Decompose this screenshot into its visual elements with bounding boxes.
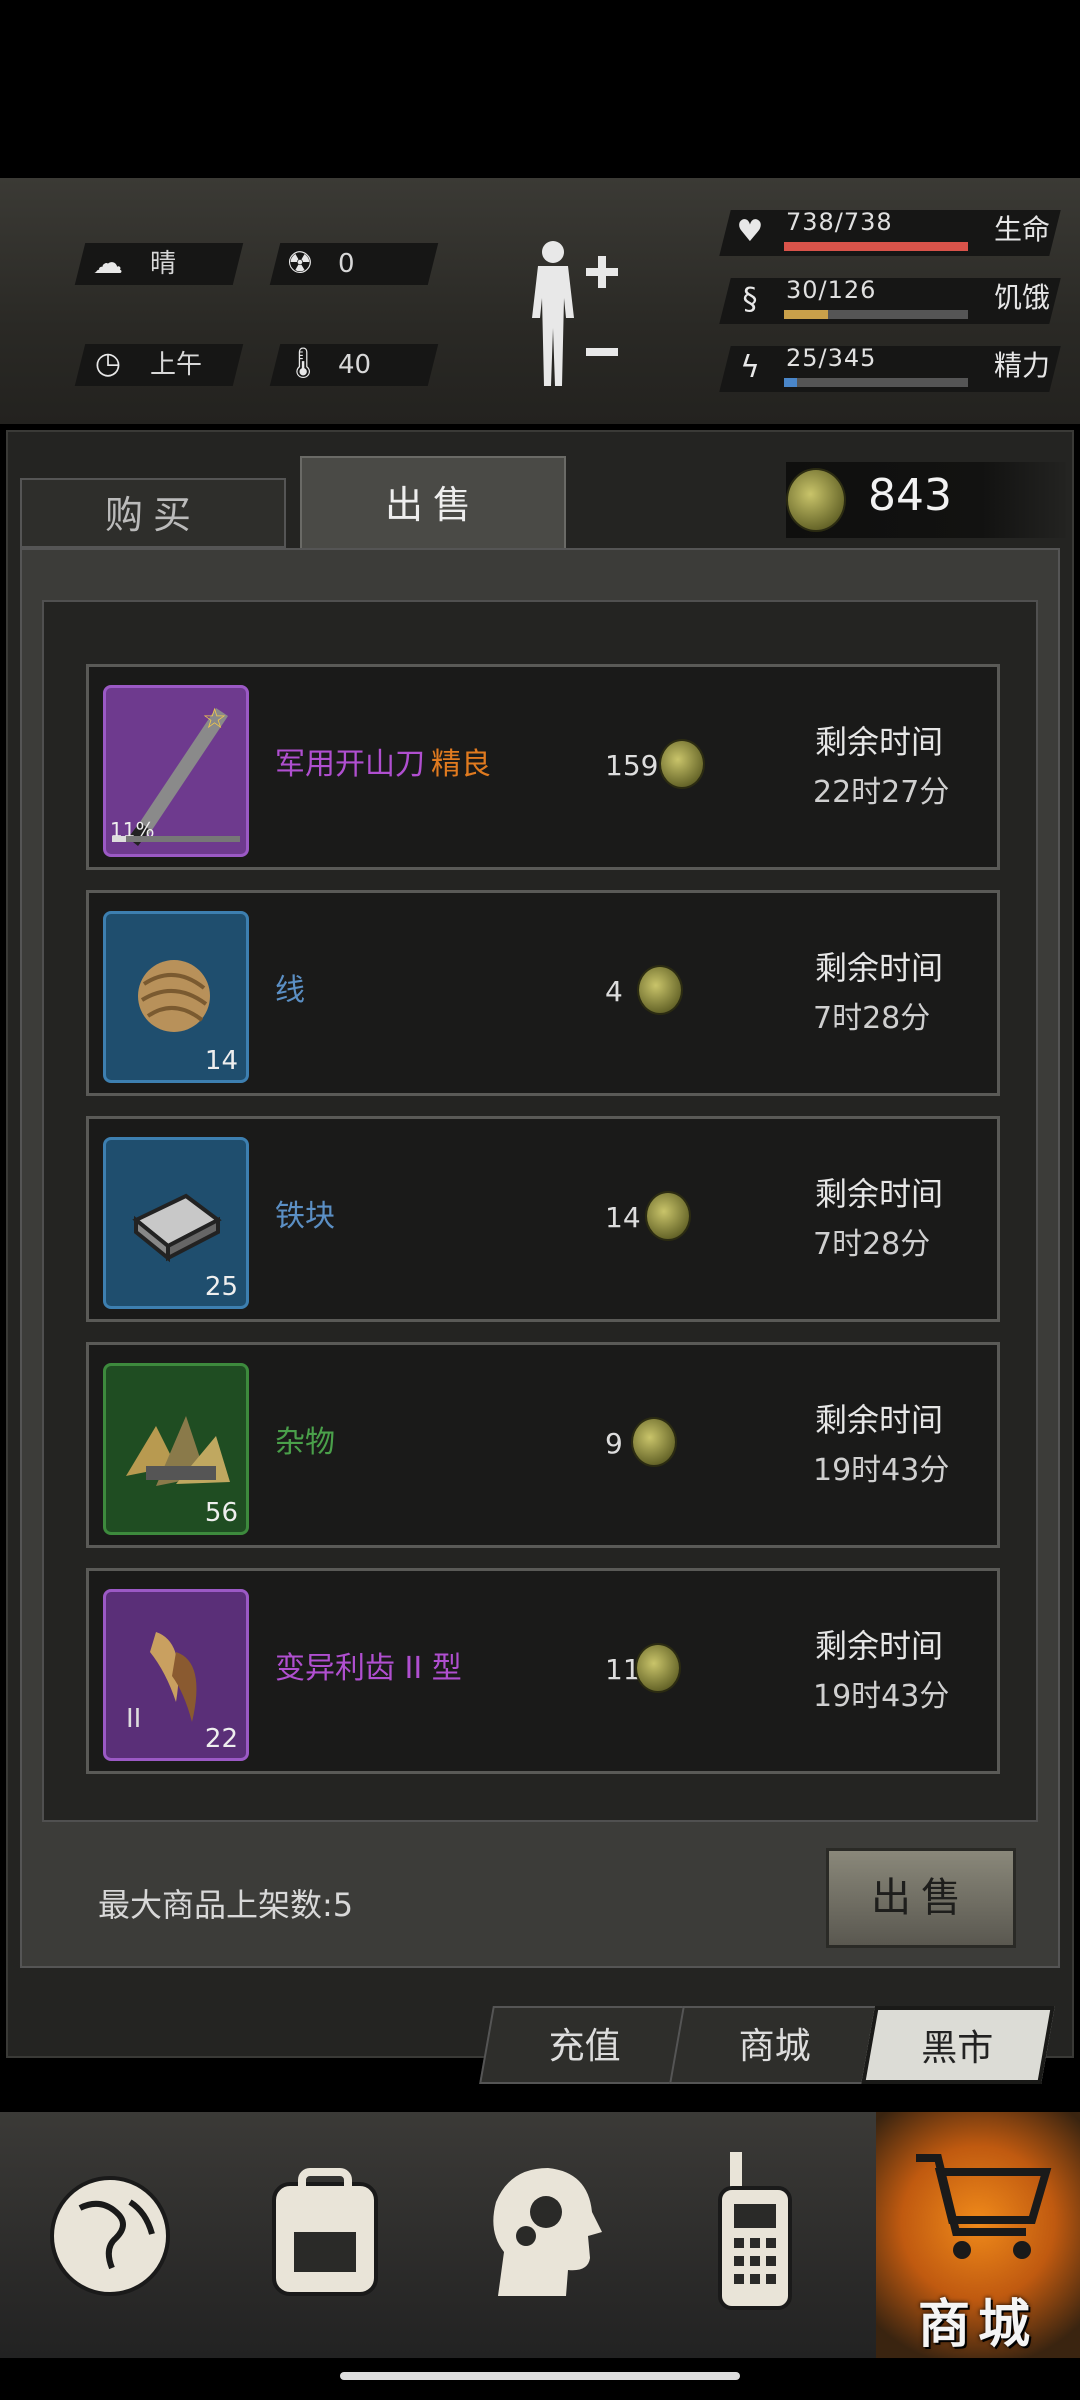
listing-row[interactable]: 56 杂物 9 剩余时间 19时43分 [86, 1342, 1000, 1548]
listing-row[interactable]: 14 线 4 剩余时间 7时28分 [86, 890, 1000, 1096]
item-name: 杂物 [275, 1425, 335, 1460]
nav-shop-button[interactable]: 商城 [876, 2112, 1080, 2358]
tab-black-market[interactable]: 黑市 [861, 2006, 1055, 2084]
item-quantity: 14 [204, 1046, 238, 1076]
nav-world-button[interactable] [20, 2112, 210, 2358]
item-quantity: 22 [204, 1724, 238, 1754]
remaining-label: 剩余时间 [815, 1401, 944, 1439]
item-thumbnail: 14 [103, 911, 249, 1083]
currency-amount: 843 [868, 470, 952, 521]
item-name: 铁块 [275, 1199, 335, 1234]
weather-text: 晴 [150, 249, 177, 279]
health-label: 生命 [994, 213, 1051, 246]
cloud-sun-icon: ☁ [93, 246, 123, 281]
item-price: 9 [605, 1427, 623, 1460]
energy-value: 25/345 [786, 344, 877, 372]
radiation-icon: ☢ [286, 246, 314, 281]
listing-row[interactable]: ☆ 11% 军用开山刀 精良 159 剩余时间 22时27分 [86, 664, 1000, 870]
durability-bar [112, 836, 240, 842]
remaining-time: 7时28分 [813, 1227, 931, 1262]
item-price: 159 [605, 749, 659, 782]
hunger-label: 饥饿 [994, 281, 1051, 314]
remaining-time: 22时27分 [813, 775, 950, 810]
thermometer-icon: 🌡 [284, 346, 323, 381]
brain-skills-icon [493, 2168, 602, 2296]
item-thumbnail: 25 [103, 1137, 249, 1309]
remaining-label: 剩余时间 [815, 1627, 944, 1665]
globe-icon [50, 2176, 170, 2296]
health-bar [784, 242, 968, 251]
energy-bar [784, 378, 968, 387]
item-name: 变异利齿 II 型 [275, 1651, 462, 1686]
time-of-day: 上午 [150, 350, 203, 380]
coin-icon [631, 1417, 677, 1467]
nav-shop-label: 商城 [917, 2295, 1038, 2355]
tab-buy[interactable]: 购买 [20, 478, 286, 548]
remaining-label: 剩余时间 [815, 723, 944, 761]
sell-button[interactable]: 出售 [826, 1848, 1016, 1948]
item-quantity: 56 [204, 1498, 238, 1528]
body-status-button[interactable] [520, 238, 630, 388]
radiation-value: 0 [338, 249, 355, 279]
remaining-time: 19时43分 [813, 1453, 950, 1488]
tier-badge: II [126, 1704, 142, 1734]
max-listings-text: 最大商品上架数:5 [98, 1886, 354, 1924]
bottom-nav: 商城 [0, 2112, 1080, 2358]
item-thumbnail: ☆ 11% [103, 685, 249, 857]
home-indicator[interactable] [340, 2372, 740, 2380]
tab-mall[interactable]: 商城 [669, 2006, 881, 2084]
item-thumbnail: 56 [103, 1363, 249, 1535]
item-thumbnail: II 22 [103, 1589, 249, 1761]
clock-icon: ◷ [94, 346, 122, 381]
bottle-cap-coin-icon [786, 468, 846, 532]
nav-skills-button[interactable] [448, 2112, 638, 2358]
item-price: 4 [605, 975, 623, 1008]
remaining-label: 剩余时间 [815, 1175, 944, 1213]
tab-recharge[interactable]: 充值 [479, 2006, 691, 2084]
energy-label: 精力 [994, 349, 1051, 382]
cart-icon [916, 2154, 1052, 2259]
hunger-bar [784, 310, 968, 319]
item-price: 14 [605, 1201, 641, 1234]
item-quantity: 25 [204, 1272, 238, 1302]
coin-icon [659, 739, 705, 789]
nav-radio-button[interactable] [660, 2112, 850, 2358]
svg-text:☆: ☆ [202, 702, 227, 735]
listing-row[interactable]: 25 铁块 14 剩余时间 7时28分 [86, 1116, 1000, 1322]
health-value: 738/738 [786, 208, 893, 236]
remaining-time: 19时43分 [813, 1679, 950, 1714]
walkie-talkie-icon [718, 2152, 792, 2310]
human-figure-icon [532, 241, 618, 386]
heart-icon: ♥ [736, 214, 764, 249]
brain-energy-icon: ϟ [740, 350, 760, 385]
tab-sell[interactable]: 出售 [300, 456, 566, 550]
currency-display: 843 [786, 462, 1066, 538]
listing-row[interactable]: II 22 变异利齿 II 型 11 剩余时间 19时43分 [86, 1568, 1000, 1774]
coin-icon [635, 1643, 681, 1693]
temperature-value: 40 [338, 350, 372, 380]
remaining-label: 剩余时间 [815, 949, 944, 987]
coin-icon [637, 965, 683, 1015]
item-name: 线 [275, 973, 305, 1008]
coin-icon [645, 1191, 691, 1241]
backpack-icon [272, 2168, 378, 2296]
nav-backpack-button[interactable] [230, 2112, 420, 2358]
stomach-icon: § [742, 282, 758, 317]
hunger-value: 30/126 [786, 276, 877, 304]
item-name: 军用开山刀 精良 [275, 747, 491, 782]
remaining-time: 7时28分 [813, 1001, 931, 1036]
status-header: ☁ 晴 ☢ 0 ◷ 上午 🌡 40 ♥ 738/738 生命 § 30/126 … [0, 178, 1080, 424]
